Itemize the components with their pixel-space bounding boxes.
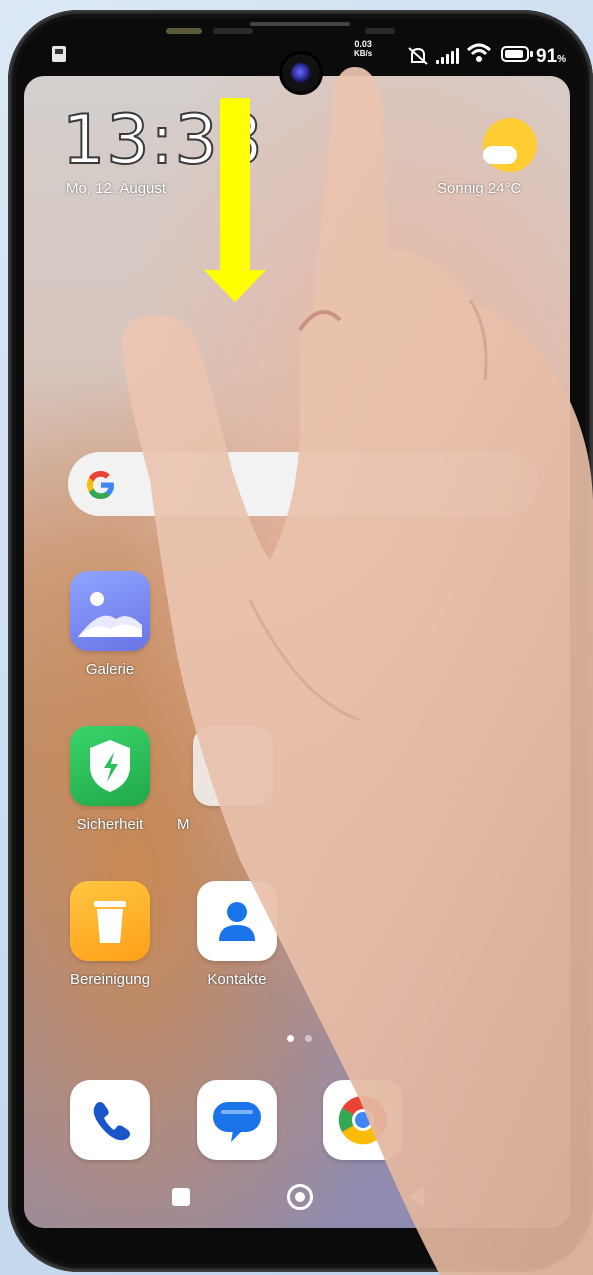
battery-percent: 91 — [536, 46, 558, 67]
clock-widget-date[interactable]: Mo, 12. August — [66, 180, 166, 197]
battery-text: 91% — [536, 46, 566, 68]
partially-hidden-app-icon — [193, 726, 273, 806]
back-button[interactable] — [408, 1186, 424, 1208]
page-indicator — [305, 1035, 312, 1042]
cleaner-icon — [70, 881, 150, 961]
app-label: Galerie — [85, 661, 135, 678]
app-label: Kontakte — [207, 971, 267, 988]
app-partial[interactable]: M — [177, 726, 283, 833]
contacts-icon — [197, 881, 277, 961]
dock-chrome[interactable] — [323, 1080, 403, 1160]
network-speed-unit: KB/s — [354, 49, 373, 58]
app-bereinigung[interactable]: Bereinigung — [60, 881, 160, 988]
google-search-bar[interactable] — [68, 452, 538, 516]
app-galerie[interactable]: Galerie — [60, 571, 160, 678]
app-kontakte[interactable]: Kontakte — [187, 881, 287, 988]
battery-icon — [501, 46, 529, 62]
swipe-down-arrow-head — [204, 270, 266, 302]
app-label: Sicherheit — [76, 816, 144, 833]
page-indicator-active — [287, 1035, 294, 1042]
recents-button[interactable] — [172, 1188, 190, 1206]
home-button[interactable] — [287, 1184, 313, 1210]
security-shield-icon — [70, 726, 150, 806]
gallery-icon — [70, 571, 150, 651]
messages-icon — [213, 1102, 261, 1142]
phone-icon — [93, 1102, 130, 1141]
weather-cloud-icon — [483, 146, 517, 164]
network-speed: 0.03 KB/s — [354, 39, 373, 59]
chrome-icon — [338, 1096, 387, 1145]
wifi-icon — [466, 43, 492, 62]
front-camera — [282, 54, 320, 92]
earpiece-speaker — [250, 22, 350, 26]
notification-icon — [52, 46, 66, 62]
app-sicherheit[interactable]: Sicherheit — [60, 726, 160, 833]
app-label: Bereinigung — [69, 971, 151, 988]
dock-phone[interactable] — [70, 1080, 150, 1160]
weather-text[interactable]: Sonnig 24°C — [437, 180, 521, 197]
signal-icon — [436, 48, 462, 64]
swipe-down-arrow — [220, 98, 250, 274]
alarm-off-icon — [408, 47, 428, 65]
battery-unit: % — [557, 54, 567, 65]
network-speed-value: 0.03 — [354, 39, 372, 49]
app-label: M — [177, 816, 190, 833]
google-logo-icon — [87, 471, 114, 499]
battery-cap — [530, 51, 533, 57]
dock-messages[interactable] — [197, 1080, 277, 1160]
